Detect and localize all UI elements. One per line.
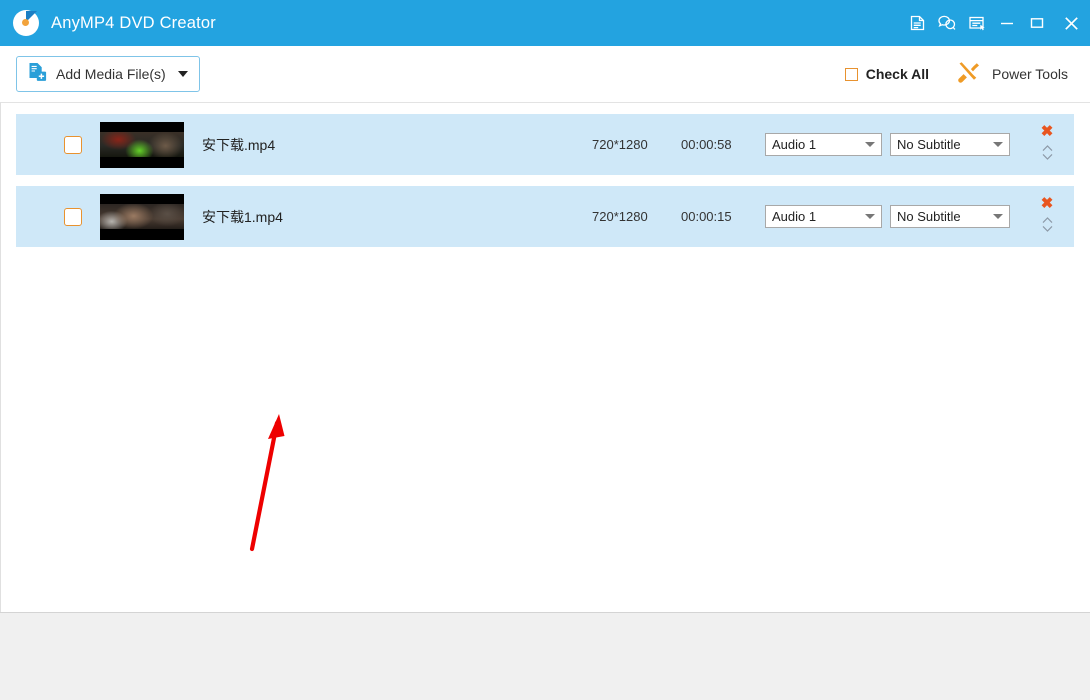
table-row[interactable]: 安下载1.mp4 720*1280 00:00:15 Audio 1 No Su… [16,186,1074,247]
chevron-down-icon [865,142,875,147]
reorder-handle-icon[interactable] [1041,144,1054,166]
add-media-label: Add Media File(s) [56,66,166,82]
disc-logo-icon [13,10,39,36]
row-checkbox[interactable] [64,207,82,226]
row-checkbox[interactable] [64,135,82,154]
subtitle-select[interactable]: No Subtitle [890,205,1010,228]
reorder-handle-icon[interactable] [1041,216,1054,238]
file-list: 安下载.mp4 720*1280 00:00:58 Audio 1 No Sub… [0,102,1090,612]
check-all-label: Check All [865,66,929,82]
power-tools-button[interactable]: Power Tools [956,61,1068,88]
maximize-icon[interactable] [1022,0,1052,46]
file-name: 安下载1.mp4 [202,208,283,225]
check-all-checkbox[interactable] [844,67,858,81]
tools-icon [956,61,981,88]
close-icon[interactable] [1052,0,1090,46]
check-all-control[interactable]: Check All [844,66,929,82]
minimize-icon[interactable] [992,0,1022,46]
video-thumbnail [100,193,184,240]
file-resolution: 720*1280 [592,209,648,224]
add-media-button[interactable]: Add Media File(s) [16,56,200,92]
file-duration: 00:00:15 [681,209,732,224]
row-actions: ✖ [1034,114,1060,175]
window-controls [902,0,1090,46]
chevron-down-icon [993,142,1003,147]
subtitle-value: No Subtitle [897,137,961,152]
toolbar-right-group: Check All Power Tools [844,61,1074,88]
audio-track-select[interactable]: Audio 1 [765,133,882,156]
register-icon[interactable] [902,0,932,46]
delete-row-icon[interactable]: ✖ [1041,124,1054,139]
chevron-down-icon[interactable] [177,71,188,77]
subtitle-select[interactable]: No Subtitle [890,133,1010,156]
audio-track-select[interactable]: Audio 1 [765,205,882,228]
file-resolution: 720*1280 [592,137,648,152]
add-file-icon [28,62,47,87]
audio-track-value: Audio 1 [772,137,817,152]
chevron-down-icon [865,214,875,219]
audio-track-value: Audio 1 [772,209,817,224]
row-actions: ✖ [1034,186,1060,247]
app-window: AnyMP4 DVD Creator Add Media File(s) Che… [0,0,1090,700]
delete-row-icon[interactable]: ✖ [1041,196,1054,211]
power-tools-label: Power Tools [991,66,1068,82]
subtitle-value: No Subtitle [897,209,961,224]
bottom-settings-panel: Disc Type DVD-5 (4.7G) Aspect Ratio: 16:… [0,612,1090,700]
menu-icon[interactable] [962,0,992,46]
table-row[interactable]: 安下载.mp4 720*1280 00:00:58 Audio 1 No Sub… [16,114,1074,175]
feedback-icon[interactable] [932,0,962,46]
chevron-down-icon [993,214,1003,219]
app-title: AnyMP4 DVD Creator [51,13,216,32]
file-name: 安下载.mp4 [202,136,276,153]
annotation-arrow [249,414,285,552]
title-bar: AnyMP4 DVD Creator [0,0,1090,46]
toolbar: Add Media File(s) Check All Power Tools [0,46,1090,102]
video-thumbnail [100,121,184,168]
file-duration: 00:00:58 [681,137,732,152]
